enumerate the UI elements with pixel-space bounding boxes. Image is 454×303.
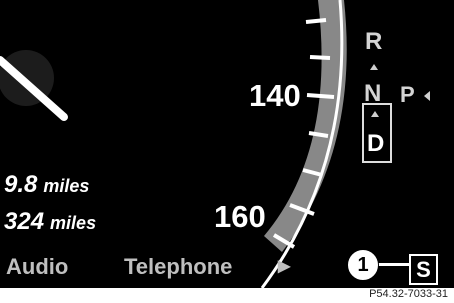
trip-distance-line1: 9.8 miles (4, 171, 89, 199)
gear-p: P (400, 82, 415, 107)
figure-caption: P54.32-7033-31 (369, 288, 448, 300)
speed-label-160: 160 (214, 199, 266, 234)
tick (309, 55, 331, 60)
menu-telephone[interactable]: Telephone (124, 254, 232, 280)
gear-d: D (367, 130, 385, 157)
trip-distance-value: 9.8 (4, 171, 38, 198)
right-triangle-icon[interactable]: ▶ (278, 256, 290, 276)
tick (305, 18, 327, 24)
trip-distance-line2: 324 miles (4, 208, 96, 236)
menu-audio[interactable]: Audio (6, 254, 68, 280)
total-distance-value: 324 (4, 208, 45, 235)
left-arrow-icon (424, 91, 430, 101)
total-distance-unit: miles (50, 213, 97, 233)
up-arrow-icon (370, 64, 378, 70)
tick-major (306, 93, 335, 99)
instrument-cluster-display: 140 160 9.8 miles 324 miles Audio Telephon… (0, 0, 454, 288)
speed-label-140: 140 (249, 78, 301, 113)
callout-leader-line (377, 263, 409, 266)
callout-marker: 1 (347, 249, 379, 281)
trip-distance-unit: miles (43, 176, 90, 196)
sport-mode-indicator: S (409, 254, 438, 285)
gear-r: R (365, 28, 383, 55)
